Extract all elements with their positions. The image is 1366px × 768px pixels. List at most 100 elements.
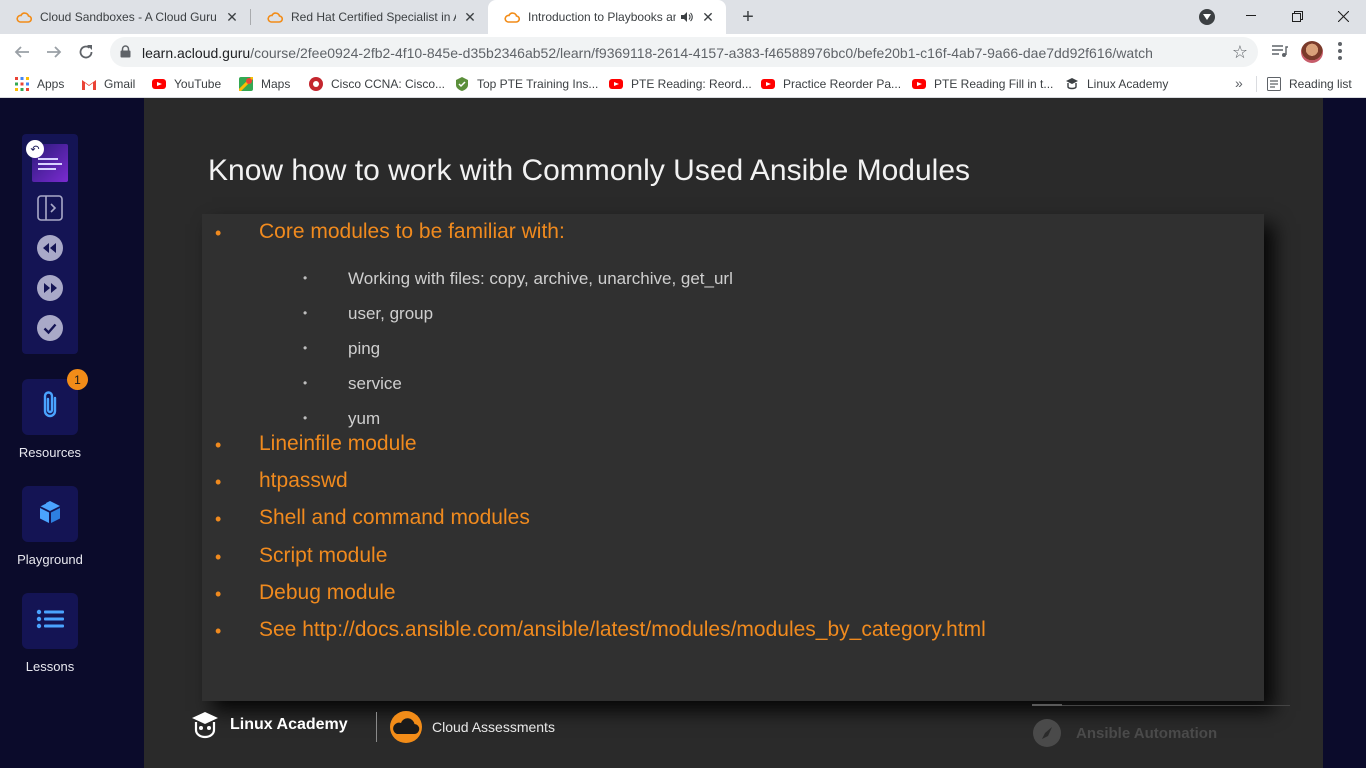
browser-toolbar: learn.acloud.guru/course/2fee0924-2fb2-4… <box>0 34 1366 70</box>
forward-arrow-icon[interactable] <box>44 42 64 62</box>
pte-icon <box>455 77 469 91</box>
close-tab-icon[interactable]: ✕ <box>224 9 240 25</box>
youtube-icon <box>912 77 926 91</box>
thumbnail-text-line <box>38 158 58 160</box>
profile-avatar[interactable] <box>1301 41 1323 63</box>
bookmark-pte-reading-reorder[interactable]: PTE Reading: Reord... <box>609 76 752 92</box>
sub-bullet-text: ping <box>348 339 381 358</box>
bullet-item: • Debug module <box>215 581 396 605</box>
footer-rule-accent <box>1032 704 1062 706</box>
fast-forward-icon[interactable] <box>36 274 64 302</box>
mark-complete-icon[interactable] <box>36 314 64 342</box>
reading-list-icon <box>1267 77 1281 91</box>
restore-window-icon[interactable] <box>1274 0 1320 32</box>
cisco-icon <box>309 77 323 91</box>
cube-icon <box>36 499 64 530</box>
browser-tab-strip: Cloud Sandboxes - A Cloud Guru ✕ Red Hat… <box>0 0 1366 34</box>
bullet-text: Debug module <box>259 581 396 604</box>
minimize-window-icon[interactable] <box>1228 0 1274 32</box>
media-playlist-icon[interactable] <box>1271 43 1289 64</box>
bookmark-label: PTE Reading: Reord... <box>631 77 752 91</box>
paperclip-icon <box>39 390 61 425</box>
rewind-icon[interactable] <box>36 234 64 262</box>
bookmark-label: YouTube <box>174 77 222 91</box>
tab-red-hat-specialist[interactable]: Red Hat Certified Specialist in An ✕ <box>251 0 488 34</box>
reading-list-button[interactable]: Reading list <box>1267 76 1352 92</box>
owl-icon <box>190 710 220 740</box>
bookmark-star-icon[interactable]: ☆ <box>1232 42 1248 63</box>
linux-academy-label: Linux Academy <box>230 716 348 733</box>
bookmark-gmail[interactable]: Gmail <box>82 76 135 92</box>
reading-list-label: Reading list <box>1289 77 1352 91</box>
cloud-assessments-label: Cloud Assessments <box>432 719 555 735</box>
bookmark-label: Practice Reorder Pa... <box>783 77 902 91</box>
browser-menu-icon[interactable] <box>1338 42 1342 60</box>
sub-bullet: • service <box>303 374 402 394</box>
playground-button[interactable] <box>22 486 78 542</box>
bullet-text: See http://docs.ansible.com/ansible/late… <box>259 618 986 641</box>
bookmark-label: Cisco CCNA: Cisco... <box>331 77 446 91</box>
resources-label[interactable]: Resources <box>0 445 100 460</box>
bookmark-maps[interactable]: Maps <box>239 76 290 92</box>
more-bookmarks-icon[interactable]: » <box>1235 75 1243 91</box>
course-thumbnail[interactable]: ↶ <box>26 140 68 182</box>
right-rail <box>1323 98 1366 768</box>
bookmark-practice-reorder[interactable]: Practice Reorder Pa... <box>761 76 901 92</box>
return-arrow-icon[interactable]: ↶ <box>26 140 44 158</box>
bookmark-youtube[interactable]: YouTube <box>152 76 221 92</box>
lock-icon[interactable] <box>120 45 131 63</box>
bullet-dot: • <box>215 435 222 455</box>
video-player[interactable]: Know how to work with Commonly Used Ansi… <box>144 98 1323 768</box>
bookmark-label: Maps <box>261 77 291 91</box>
linux-academy-logo: Linux Academy <box>190 710 348 740</box>
tab-search-icon[interactable] <box>1199 9 1215 25</box>
lessons-button[interactable] <box>22 593 78 649</box>
bullet-dot: • <box>303 341 308 355</box>
tab-title: Cloud Sandboxes - A Cloud Guru <box>40 10 217 24</box>
bookmark-label: Top PTE Training Ins... <box>477 77 599 91</box>
course-player: ↶ 1 Resources Playground Lessons Know ho… <box>0 98 1366 768</box>
address-bar[interactable]: learn.acloud.guru/course/2fee0924-2fb2-4… <box>110 37 1258 67</box>
left-rail: ↶ 1 Resources Playground Lessons <box>0 98 100 768</box>
bullet-text: Shell and command modules <box>259 506 530 529</box>
acloudguru-cloud-icon <box>16 9 32 25</box>
audio-playing-icon[interactable] <box>680 10 694 24</box>
playground-label[interactable]: Playground <box>0 552 100 567</box>
bookmark-label: Gmail <box>104 77 136 91</box>
bullet-dot: • <box>215 472 222 492</box>
bullet-text: Script module <box>259 544 388 567</box>
bookmark-linux-academy[interactable]: Linux Academy <box>1065 76 1168 92</box>
tab-introduction-to-playbooks[interactable]: Introduction to Playbooks an ✕ <box>488 0 726 34</box>
new-tab-button[interactable]: + <box>738 7 758 27</box>
reload-icon[interactable] <box>76 42 96 62</box>
back-arrow-icon[interactable] <box>12 42 32 62</box>
bookmark-pte-reading-fill[interactable]: PTE Reading Fill in t... <box>912 76 1053 92</box>
toggle-sidebar-icon[interactable] <box>36 194 64 222</box>
footer-divider <box>376 712 377 742</box>
slide-title: Know how to work with Commonly Used Ansi… <box>208 154 970 187</box>
bullet-dot: • <box>303 376 308 390</box>
ansible-automation-label: Ansible Automation <box>1076 724 1218 742</box>
bookmark-label: PTE Reading Fill in t... <box>934 77 1054 91</box>
bullet-dot: • <box>303 306 308 320</box>
footer-rule <box>1032 705 1290 706</box>
bullet-text: Lineinfile module <box>259 432 417 455</box>
close-tab-icon[interactable]: ✕ <box>700 9 716 25</box>
lessons-label[interactable]: Lessons <box>0 659 100 674</box>
acloudguru-cloud-icon <box>504 9 520 25</box>
sub-bullet-text: yum <box>348 409 381 428</box>
close-window-icon[interactable] <box>1320 0 1366 32</box>
bookmark-top-pte-training[interactable]: Top PTE Training Ins... <box>455 76 598 92</box>
bookmarks-divider <box>1256 76 1257 92</box>
bookmark-apps[interactable]: Apps <box>15 76 64 92</box>
apps-grid-icon <box>15 77 29 91</box>
sub-bullet-text: service <box>348 374 402 393</box>
bullet-dot: • <box>303 411 308 425</box>
youtube-icon <box>152 77 166 91</box>
bookmark-cisco-ccna[interactable]: Cisco CCNA: Cisco... <box>309 76 445 92</box>
ansible-automation-logo: Ansible Automation <box>1032 718 1217 748</box>
tab-title: Red Hat Certified Specialist in An <box>291 10 456 24</box>
tab-cloud-sandboxes[interactable]: Cloud Sandboxes - A Cloud Guru ✕ <box>0 0 250 34</box>
bullet-item: • htpasswd <box>215 469 348 493</box>
close-tab-icon[interactable]: ✕ <box>462 9 478 25</box>
